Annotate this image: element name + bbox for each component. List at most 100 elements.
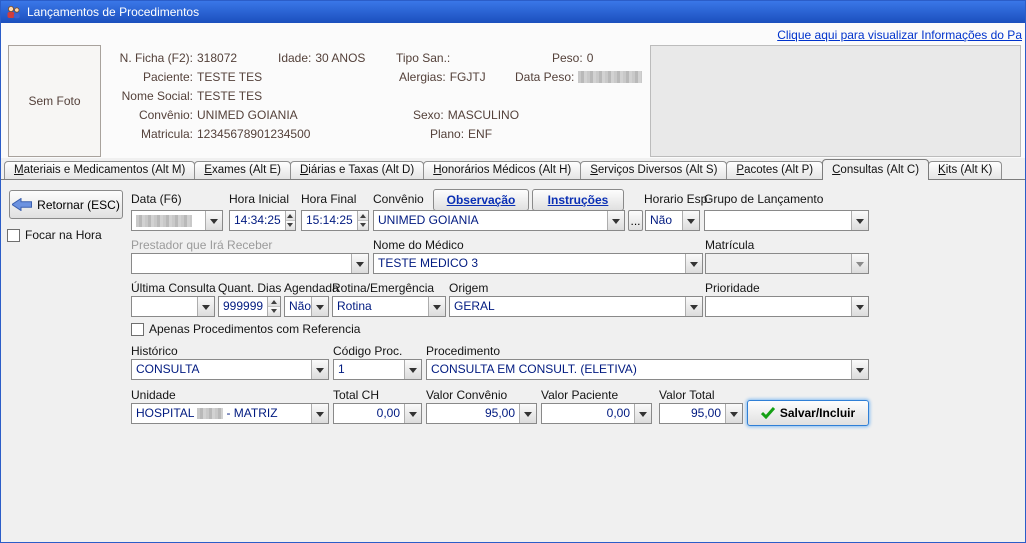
spin-down-icon[interactable]	[358, 221, 368, 230]
patient-nome-social-row: Nome Social: TESTE TES	[101, 89, 262, 103]
dropdown-arrow-icon[interactable]	[725, 404, 742, 423]
agendada-select[interactable]: Não	[284, 296, 329, 317]
title-bar: Lançamentos de Procedimentos	[1, 1, 1025, 23]
valor-paciente-select[interactable]: 0,00	[541, 403, 652, 424]
data-value	[132, 211, 205, 230]
unidade-label: Unidade	[131, 388, 176, 402]
observacao-button[interactable]: Observação	[433, 189, 529, 211]
dropdown-arrow-icon[interactable]	[607, 211, 624, 230]
tab-exames[interactable]: Exames (Alt E)	[194, 161, 291, 179]
total-ch-label: Total CH	[333, 388, 379, 402]
valor-total-select[interactable]: 95,00	[659, 403, 743, 424]
horario-esp-label: Horario Esp.	[644, 192, 711, 206]
hora-final-label: Hora Final	[301, 192, 356, 206]
tab-strip: Materiais e Medicamentos (Alt M)Exames (…	[4, 158, 1001, 180]
retornar-button[interactable]: Retornar (ESC)	[9, 190, 123, 219]
tab-consultas[interactable]: Consultas (Alt C)	[822, 159, 929, 180]
nome-social-value: TESTE TES	[197, 89, 262, 103]
dropdown-arrow-icon[interactable]	[851, 211, 868, 230]
dropdown-arrow-icon[interactable]	[197, 297, 214, 316]
convenio-label: Convênio	[373, 192, 424, 206]
plano-value: ENF	[468, 127, 492, 141]
matricula-value	[706, 254, 851, 273]
total-ch-select[interactable]: 0,00	[333, 403, 422, 424]
codigo-proc-label: Código Proc.	[333, 344, 402, 358]
valor-paciente-label: Valor Paciente	[541, 388, 618, 402]
procedimento-select[interactable]: CONSULTA EM CONSULT. (ELETIVA)	[426, 359, 869, 380]
salvar-label: Salvar/Incluir	[780, 406, 855, 420]
hora-inicial-label: Hora Inicial	[229, 192, 289, 206]
redacted-value	[578, 71, 642, 83]
app-window: Lançamentos de Procedimentos Clique aqui…	[0, 0, 1026, 543]
spin-down-icon[interactable]	[268, 307, 280, 316]
peso-label: Peso:	[552, 51, 583, 65]
ultima-consulta-select[interactable]	[131, 296, 215, 317]
dropdown-arrow-icon[interactable]	[428, 297, 445, 316]
dropdown-arrow-icon[interactable]	[519, 404, 536, 423]
focar-checkbox[interactable]: Focar na Hora	[7, 228, 102, 242]
unidade-value: HOSPITAL - MATRIZ	[132, 404, 311, 423]
dropdown-arrow-icon[interactable]	[351, 254, 368, 273]
dropdown-arrow-icon[interactable]	[851, 360, 868, 379]
tab-servicos[interactable]: Serviços Diversos (Alt S)	[580, 161, 727, 179]
hora-inicial-spinner[interactable]: 14:34:25	[229, 210, 296, 231]
more-options-label: ...	[630, 214, 640, 228]
quant-dias-spinner[interactable]: 999999	[218, 296, 281, 317]
checkbox-box[interactable]	[7, 229, 20, 242]
dropdown-arrow-icon[interactable]	[685, 254, 702, 273]
dropdown-arrow-icon[interactable]	[851, 297, 868, 316]
agendada-value: Não	[285, 297, 311, 316]
procedimento-value: CONSULTA EM CONSULT. (ELETIVA)	[427, 360, 851, 379]
referencia-checkbox[interactable]: Apenas Procedimentos com Referencia	[131, 322, 360, 336]
checkbox-box[interactable]	[131, 323, 144, 336]
spin-up-icon[interactable]	[358, 211, 368, 221]
observacao-label: Observação	[447, 193, 516, 207]
horario-esp-select[interactable]: Não	[645, 210, 700, 231]
dropdown-arrow-icon[interactable]	[634, 404, 651, 423]
instrucoes-button[interactable]: Instruções	[532, 189, 624, 211]
data-f6-label: Data (F6)	[131, 192, 182, 206]
dropdown-arrow-icon[interactable]	[311, 404, 328, 423]
tab-materiais[interactable]: Materiais e Medicamentos (Alt M)	[4, 161, 195, 179]
more-options-button[interactable]: ...	[628, 210, 643, 231]
patient-convenio-label: Convênio:	[101, 108, 193, 122]
dropdown-arrow-icon[interactable]	[205, 211, 222, 230]
convenio-select[interactable]: UNIMED GOIANIA	[373, 210, 625, 231]
codigo-proc-select[interactable]: 1	[333, 359, 422, 380]
agendada-label: Agendada	[284, 281, 339, 295]
grupo-label: Grupo de Lançamento	[704, 192, 823, 206]
valor-convenio-value: 95,00	[427, 404, 519, 423]
patient-matricula-label: Matricula:	[101, 127, 193, 141]
hora-final-spinner[interactable]: 15:14:25	[301, 210, 369, 231]
salvar-button[interactable]: Salvar/Incluir	[747, 400, 869, 426]
dropdown-arrow-icon[interactable]	[311, 360, 328, 379]
grupo-value	[705, 211, 851, 230]
patient-info-link[interactable]: Clique aqui para visualizar Informações …	[777, 28, 1022, 42]
historico-select[interactable]: CONSULTA	[131, 359, 329, 380]
tab-kits[interactable]: Kits (Alt K)	[928, 161, 1002, 179]
grupo-select[interactable]	[704, 210, 869, 231]
prioridade-select[interactable]	[705, 296, 869, 317]
dropdown-arrow-icon[interactable]	[311, 297, 328, 316]
patient-convenio-value: UNIMED GOIANIA	[197, 108, 298, 122]
origem-select[interactable]: GERAL	[449, 296, 703, 317]
spin-up-icon[interactable]	[286, 211, 295, 221]
dropdown-arrow-icon[interactable]	[685, 297, 702, 316]
medico-select[interactable]: TESTE MEDICO 3	[373, 253, 703, 274]
data-select[interactable]	[131, 210, 223, 231]
rotina-select[interactable]: Rotina	[332, 296, 446, 317]
matricula-label: Matrícula	[705, 238, 754, 252]
dropdown-arrow-icon[interactable]	[404, 404, 421, 423]
spin-down-icon[interactable]	[286, 221, 295, 230]
valor-convenio-select[interactable]: 95,00	[426, 403, 537, 424]
prestador-select[interactable]	[131, 253, 369, 274]
spin-up-icon[interactable]	[268, 297, 280, 307]
patient-paciente-row: Paciente: TESTE TES	[101, 70, 262, 84]
unidade-select[interactable]: HOSPITAL - MATRIZ	[131, 403, 329, 424]
patient-plano: Plano: ENF	[430, 127, 492, 141]
tab-honorarios[interactable]: Honorários Médicos (Alt H)	[423, 161, 581, 179]
tab-pacotes[interactable]: Pacotes (Alt P)	[726, 161, 823, 179]
dropdown-arrow-icon[interactable]	[404, 360, 421, 379]
dropdown-arrow-icon[interactable]	[682, 211, 699, 230]
tab-diarias[interactable]: Diárias e Taxas (Alt D)	[290, 161, 424, 179]
